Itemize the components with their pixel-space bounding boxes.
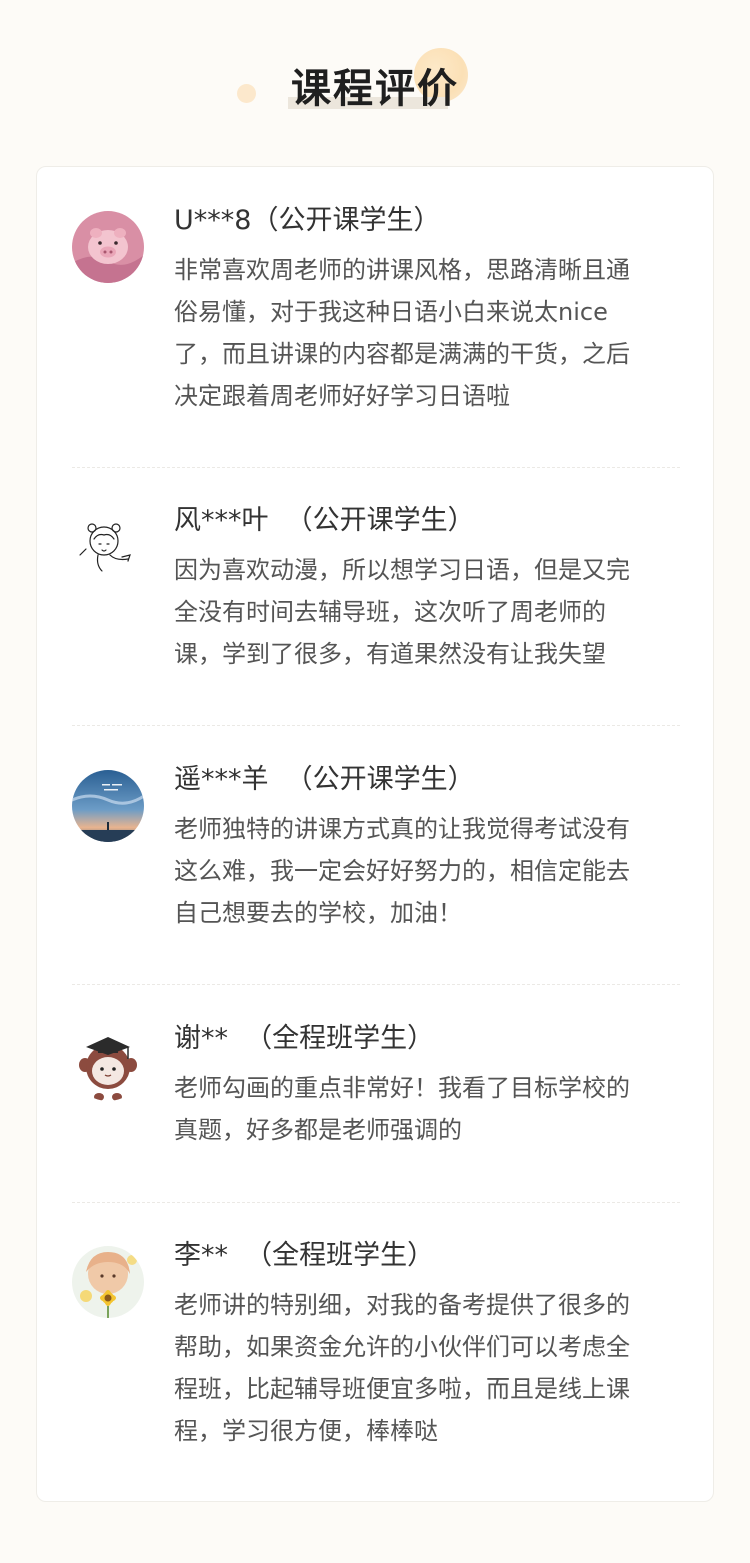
review-line: 决定跟着周老师好好学习日语啦	[174, 382, 510, 410]
review-line: 真题，好多都是老师强调的	[174, 1116, 462, 1144]
sky-scene-avatar-icon	[72, 770, 144, 842]
review-item: 风***叶 （公开课学生） 因为喜欢动漫，所以想学习日语，但是又完 全没有时间去辅…	[72, 499, 680, 726]
review-divider	[72, 1202, 680, 1203]
review-item: 李** （全程班学生） 老师讲的特别细，对我的备考提供了很多的 帮助，如果资金允许…	[72, 1234, 680, 1474]
review-line: 了，而且讲课的内容都是满满的干货，之后	[174, 340, 630, 368]
reviewer-name: U***8（公开课学生）	[174, 205, 441, 236]
review-item: 遥***羊 （公开课学生） 老师独特的讲课方式真的让我觉得考试没有 这么难，我一定…	[72, 758, 680, 985]
review-text: 老师勾画的重点非常好！我看了目标学校的 真题，好多都是老师强调的	[174, 1067, 674, 1151]
sunflower-girl-avatar-icon	[72, 1246, 144, 1318]
review-item: 谢** （全程班学生） 老师勾画的重点非常好！我看了目标学校的 真题，好多都是老师…	[72, 1017, 680, 1203]
review-line: 俗易懂，对于我这种日语小白来说太nice	[174, 298, 608, 326]
review-line: 程，学习很方便，棒棒哒	[174, 1417, 438, 1445]
sketch-girl-avatar-icon	[72, 511, 144, 583]
review-line: 帮助，如果资金允许的小伙伴们可以考虑全	[174, 1333, 630, 1361]
review-line: 程班，比起辅导班便宜多啦，而且是线上课	[174, 1375, 630, 1403]
reviews-card: U***8（公开课学生） 非常喜欢周老师的讲课风格，思路清晰且通 俗易懂，对于我这…	[36, 166, 714, 1502]
page-title: 课程评价	[291, 65, 459, 112]
reviewer-name: 谢** （全程班学生）	[174, 1023, 435, 1054]
review-line: 全没有时间去辅导班，这次听了周老师的	[174, 598, 606, 626]
review-text: 老师讲的特别细，对我的备考提供了很多的 帮助，如果资金允许的小伙伴们可以考虑全 程班…	[174, 1284, 674, 1452]
review-divider	[72, 467, 680, 468]
review-text: 老师独特的讲课方式真的让我觉得考试没有 这么难，我一定会好好努力的，相信定能去 自己…	[174, 808, 674, 934]
review-line: 非常喜欢周老师的讲课风格，思路清晰且通	[174, 256, 630, 284]
review-text: 非常喜欢周老师的讲课风格，思路清晰且通 俗易懂，对于我这种日语小白来说太nice 了…	[174, 249, 674, 417]
page-header: 课程评价	[0, 0, 750, 165]
review-line: 课，学到了很多，有道果然没有让我失望	[174, 640, 606, 668]
reviewer-name: 风***叶 （公开课学生）	[174, 505, 475, 536]
review-line: 老师独特的讲课方式真的让我觉得考试没有	[174, 815, 630, 843]
reviewer-name: 李** （全程班学生）	[174, 1240, 435, 1271]
review-divider	[72, 725, 680, 726]
review-line: 因为喜欢动漫，所以想学习日语，但是又完	[174, 556, 630, 584]
pig-avatar-icon	[72, 211, 144, 283]
review-text: 因为喜欢动漫，所以想学习日语，但是又完 全没有时间去辅导班，这次听了周老师的 课，学…	[174, 549, 674, 675]
review-line: 老师勾画的重点非常好！我看了目标学校的	[174, 1074, 630, 1102]
review-line: 老师讲的特别细，对我的备考提供了很多的	[174, 1291, 630, 1319]
review-line: 自己想要去的学校，加油！	[174, 899, 462, 927]
review-divider	[72, 984, 680, 985]
graduate-monkey-avatar-icon	[72, 1029, 144, 1101]
review-item: U***8（公开课学生） 非常喜欢周老师的讲课风格，思路清晰且通 俗易懂，对于我这…	[72, 199, 680, 468]
reviewer-name: 遥***羊 （公开课学生）	[174, 764, 475, 795]
review-line: 这么难，我一定会好好努力的，相信定能去	[174, 857, 630, 885]
